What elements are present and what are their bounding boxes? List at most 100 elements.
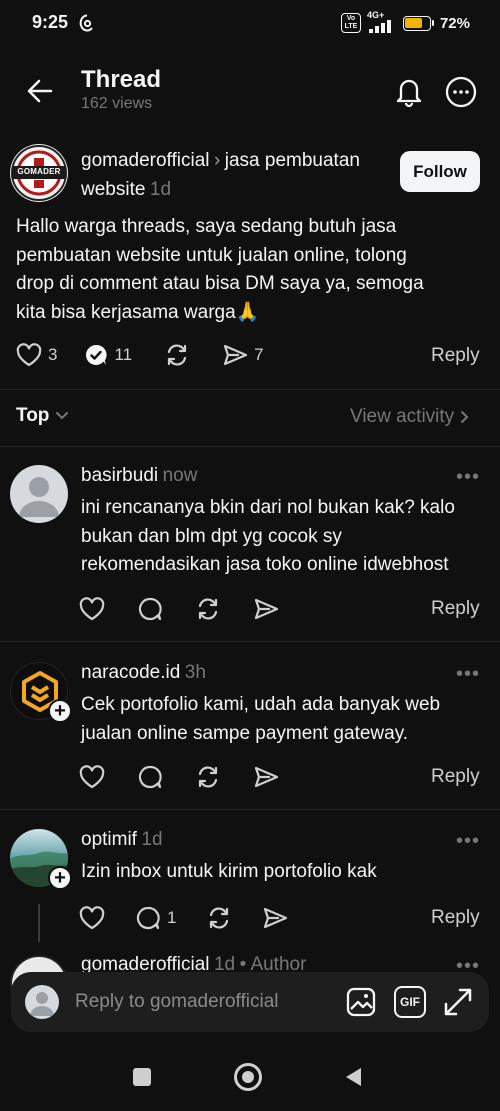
share-count: 7 (254, 345, 264, 364)
comment-line: rekomendasikan jasa toko online idwebhos… (81, 554, 449, 575)
repost-icon[interactable] (206, 906, 232, 930)
comment-count: 11 (114, 345, 133, 364)
heart-icon[interactable] (79, 906, 105, 930)
more-icon[interactable]: ••• (456, 830, 480, 853)
comment-icon (135, 906, 161, 930)
like-count: 3 (48, 345, 58, 364)
comment-body: ini rencananya bkin dari nol bukan kak? … (81, 494, 486, 580)
more-icon[interactable]: ••• (456, 663, 480, 686)
comment-line: jualan online sampe payment gateway. (81, 722, 409, 744)
comment-header: basirbudi now (81, 465, 197, 487)
sort-label: Top (16, 405, 50, 426)
comment-icon[interactable] (137, 765, 163, 789)
comment-avatar[interactable] (10, 465, 68, 523)
comment-reply-button[interactable]: Reply (431, 766, 480, 788)
post-reply-button[interactable]: Reply (431, 345, 480, 367)
page-title: Thread (81, 66, 162, 93)
comment-time: now (162, 465, 198, 486)
post-author-avatar[interactable]: GOMADER (10, 144, 68, 202)
author-tag: • Author (239, 954, 307, 972)
comment-header: gomaderofficial 1d • Author (81, 954, 306, 972)
share-icon[interactable] (253, 765, 279, 789)
repost-icon[interactable] (195, 765, 221, 789)
post-actions: 3 11 7 (16, 343, 264, 367)
divider (0, 389, 500, 390)
comment-time: 3h (184, 662, 206, 683)
comment-count: 1 (167, 908, 177, 927)
chevron-down-icon (55, 411, 69, 421)
share-icon (222, 343, 248, 367)
comment-username[interactable]: optimif (81, 829, 137, 850)
avatar-logo-text: GOMADER (17, 167, 61, 176)
post-body: Hallo warga threads, saya sedang butuh j… (16, 213, 486, 327)
post-topic[interactable]: jasa pembuatan (225, 150, 360, 171)
divider (0, 641, 500, 642)
comment-button[interactable]: 11 (84, 343, 132, 367)
view-activity-link[interactable]: View activity (350, 406, 470, 428)
comment-header: optimif 1d (81, 829, 163, 851)
comment-line: ini rencananya bkin dari nol bukan kak? … (81, 497, 455, 518)
back-arrow-icon[interactable] (26, 77, 54, 105)
image-icon[interactable] (345, 986, 377, 1018)
threads-logo-icon (79, 14, 95, 32)
repost-button[interactable] (164, 343, 190, 367)
status-time: 9:25 (32, 12, 69, 32)
expand-icon[interactable] (442, 986, 474, 1018)
divider (0, 809, 500, 810)
volte-badge: Vo LTE (340, 13, 361, 33)
comment-icon (84, 343, 108, 367)
post-line: Hallo warga threads, saya sedang butuh j… (16, 216, 397, 237)
post-header: gomaderofficial › jasa pembuatan website… (81, 147, 391, 205)
view-count: 162 views (81, 95, 153, 112)
post-username[interactable]: gomaderofficial (81, 150, 210, 171)
share-button[interactable]: 7 (222, 343, 264, 367)
battery-icon (402, 15, 434, 31)
follow-plus-icon[interactable]: + (48, 866, 72, 890)
chevron-right-icon (460, 410, 470, 424)
signal-icon: 4G+ (367, 10, 397, 33)
nav-home-icon[interactable] (234, 1063, 262, 1091)
follow-plus-icon[interactable]: + (48, 699, 72, 723)
divider (0, 446, 500, 447)
follow-button[interactable]: Follow (400, 151, 480, 192)
bell-icon[interactable] (394, 76, 424, 108)
comment-reply-button[interactable]: Reply (431, 598, 480, 620)
user-avatar (25, 985, 59, 1019)
comment-button[interactable]: 1 (135, 906, 176, 930)
more-circle-icon[interactable] (445, 76, 477, 108)
post-line: kita bisa kerjasama warga🙏 (16, 301, 260, 323)
more-icon[interactable]: ••• (456, 466, 480, 489)
comment-actions (79, 597, 279, 621)
like-button[interactable]: 3 (16, 343, 57, 367)
post-topic-cont[interactable]: website (81, 179, 145, 200)
comment-username[interactable]: basirbudi (81, 465, 158, 486)
heart-icon[interactable] (79, 597, 105, 621)
comment-username[interactable]: gomaderofficial (81, 954, 210, 972)
repost-icon (164, 343, 190, 367)
sort-dropdown[interactable]: Top (16, 405, 69, 427)
comment-body: Cek portofolio kami, udah ada banyak web… (81, 691, 486, 748)
post-time: 1d (149, 179, 172, 200)
repost-icon[interactable] (195, 597, 221, 621)
gif-icon[interactable]: GIF (394, 986, 426, 1018)
comment-username[interactable]: naracode.id (81, 662, 180, 683)
chevron-right-icon: › (213, 150, 221, 171)
comment-icon[interactable] (137, 597, 163, 621)
post-line: drop di comment atau bisa DM saya ya, se… (16, 273, 424, 294)
comment-header: naracode.id 3h (81, 662, 206, 684)
share-icon[interactable] (262, 906, 288, 930)
more-icon[interactable]: ••• (456, 955, 480, 971)
comment-actions: 1 (79, 906, 288, 930)
reply-input[interactable]: Reply to gomaderofficial (75, 991, 278, 1013)
heart-icon[interactable] (79, 765, 105, 789)
heart-icon (16, 343, 42, 367)
comment-reply-button[interactable]: Reply (431, 907, 480, 929)
reply-composer[interactable]: Reply to gomaderofficial GIF (11, 972, 489, 1032)
view-activity-label: View activity (350, 406, 455, 427)
system-nav-bar (0, 1040, 500, 1111)
comment-line: Izin inbox untuk kirim portofolio kak (81, 861, 377, 882)
nav-square-icon[interactable] (133, 1068, 151, 1086)
comment-time: 1d (141, 829, 163, 850)
share-icon[interactable] (253, 597, 279, 621)
nav-back-icon[interactable] (344, 1067, 362, 1087)
